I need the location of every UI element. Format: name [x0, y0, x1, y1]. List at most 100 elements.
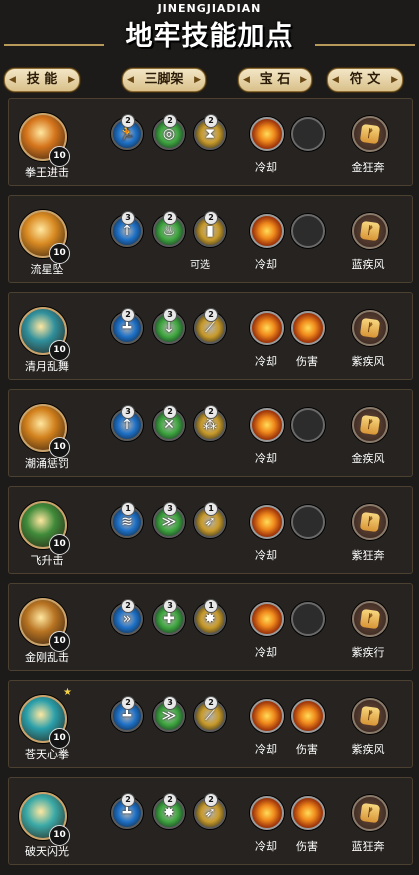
- tripod-2[interactable]: ↓ 3: [153, 308, 185, 344]
- skill-row: 10 飞升击 ≋ 1 ≫ 3 ➶ 1 冷却 ᚠ 紫狂奔: [8, 486, 413, 574]
- gem-label: 冷却: [255, 549, 277, 562]
- tripod-2[interactable]: ✕ 2: [153, 405, 185, 441]
- tripod-1[interactable]: 🏃 2: [111, 114, 143, 150]
- tripod-rank-badge: 2: [121, 114, 135, 128]
- rune-slot[interactable]: ᚠ: [352, 601, 388, 637]
- tab-rune-label: 符 文: [349, 72, 381, 87]
- tripod-1[interactable]: ┻ 2: [111, 308, 143, 344]
- gem-label: 冷却: [255, 840, 277, 853]
- tab-skill-label: 技 能: [26, 72, 58, 87]
- gem-label: 冷却: [255, 355, 277, 368]
- skill-name: 金刚乱击: [25, 651, 69, 664]
- page-title: 地牢技能加点: [125, 21, 294, 52]
- tripod-2[interactable]: ≫ 3: [153, 502, 185, 538]
- gem-slot-fire[interactable]: [250, 311, 284, 345]
- rune-glyph-icon: ᚠ: [359, 123, 381, 145]
- title-divider-left: [4, 44, 104, 46]
- gem-label: 冷却: [255, 452, 277, 465]
- tripod-3[interactable]: ✸ 1: [194, 599, 226, 635]
- tripod-rank-badge: 2: [121, 308, 135, 322]
- tripod-3[interactable]: ⧗ 2: [194, 114, 226, 150]
- tripod-rank-badge: 2: [121, 599, 135, 613]
- gem-slot-fire[interactable]: [250, 796, 284, 830]
- rune-slot[interactable]: ᚠ: [352, 795, 388, 831]
- tripod-1[interactable]: ↑ 3: [111, 211, 143, 247]
- rune-slot[interactable]: ᚠ: [352, 407, 388, 443]
- tripod-2[interactable]: ◎ 2: [153, 114, 185, 150]
- rune-slot[interactable]: ᚠ: [352, 698, 388, 734]
- tripod-rank-badge: 2: [121, 696, 135, 710]
- gem-slot-empty[interactable]: [291, 214, 325, 248]
- gem-slot-empty[interactable]: [291, 408, 325, 442]
- rune-glyph-icon: ᚠ: [359, 317, 381, 339]
- tab-skill[interactable]: ◀ 技 能 ▶: [4, 68, 80, 92]
- tripod-rank-badge: 3: [163, 599, 177, 613]
- tripod-3[interactable]: ➶ 1: [194, 502, 226, 538]
- tripod-1[interactable]: ┻ 2: [111, 696, 143, 732]
- gem-label: 冷却: [255, 646, 277, 659]
- tripod-rank-badge: 3: [121, 405, 135, 419]
- tripod-rank-badge: 3: [163, 696, 177, 710]
- tripod-3[interactable]: ▮ 2: [194, 211, 226, 247]
- tripod-rank-badge: 1: [121, 502, 135, 516]
- rune-slot[interactable]: ᚠ: [352, 213, 388, 249]
- rune-name: 金狂奔: [351, 161, 385, 174]
- skill-name: 流星坠: [30, 263, 64, 276]
- tripod-1[interactable]: ≋ 1: [111, 502, 143, 538]
- tripod-1[interactable]: ↑ 3: [111, 405, 143, 441]
- tab-gem[interactable]: ◀ 宝 石 ▶: [238, 68, 312, 92]
- rune-slot[interactable]: ᚠ: [352, 310, 388, 346]
- skill-name: 拳王进击: [25, 166, 69, 179]
- tripod-rank-badge: 2: [204, 211, 218, 225]
- gem-slot-fire[interactable]: [250, 117, 284, 151]
- gem-slot-fire[interactable]: [291, 796, 325, 830]
- tripod-2[interactable]: ✸ 2: [153, 793, 185, 829]
- skill-row: 10 清月乱舞 ┻ 2 ↓ 3 ⟋ 2 冷却 伤害 ᚠ 紫疾风: [8, 292, 413, 380]
- skill-name: 苍天心拳: [25, 748, 69, 761]
- gem-slot-fire[interactable]: [250, 505, 284, 539]
- gem-slot-fire[interactable]: [250, 408, 284, 442]
- gem-label: 伤害: [296, 840, 318, 853]
- skill-row: 10 流星坠 ↑ 3 ♨ 2 ▮ 2 可选 冷却 ᚠ 蓝疾风: [8, 195, 413, 283]
- rune-glyph-icon: ᚠ: [359, 802, 381, 824]
- skill-row: 10 ★ 苍天心拳 ┻ 2 ≫ 3 ⟋ 2 冷却 伤害 ᚠ 紫疾风: [8, 680, 413, 768]
- title-divider-right: [315, 44, 415, 46]
- tripod-1[interactable]: ┻ 2: [111, 793, 143, 829]
- gem-label: 伤害: [296, 355, 318, 368]
- gem-slot-empty[interactable]: [291, 602, 325, 636]
- tripod-1[interactable]: » 2: [111, 599, 143, 635]
- tripod-3[interactable]: ⁂ 2: [194, 405, 226, 441]
- skill-row: 10 潮涌惩罚 ↑ 3 ✕ 2 ⁂ 2 冷却 ᚠ 金疾风: [8, 389, 413, 477]
- tripod-2[interactable]: ✚ 3: [153, 599, 185, 635]
- tripod-2[interactable]: ≫ 3: [153, 696, 185, 732]
- gem-slot-fire[interactable]: [250, 214, 284, 248]
- gem-slot-fire[interactable]: [250, 699, 284, 733]
- tab-tripod[interactable]: ◀ 三脚架 ▶: [122, 68, 206, 92]
- tripod-3[interactable]: ⟋ 2: [194, 308, 226, 344]
- tripod-note: 可选: [190, 260, 210, 271]
- tripod-rank-badge: 3: [121, 211, 135, 225]
- rune-glyph-icon: ᚠ: [359, 414, 381, 436]
- skill-row: 10 拳王进击 🏃 2 ◎ 2 ⧗ 2 冷却 ᚠ 金狂奔: [8, 98, 413, 186]
- rune-glyph-icon: ᚠ: [359, 705, 381, 727]
- gem-label: 冷却: [255, 258, 277, 271]
- rune-slot[interactable]: ᚠ: [352, 504, 388, 540]
- gem-slot-fire[interactable]: [291, 311, 325, 345]
- rune-slot[interactable]: ᚠ: [352, 116, 388, 152]
- gem-slot-empty[interactable]: [291, 505, 325, 539]
- gem-slot-fire[interactable]: [250, 602, 284, 636]
- tab-rune[interactable]: ◀ 符 文 ▶: [327, 68, 403, 92]
- skill-name: 清月乱舞: [25, 360, 69, 373]
- gem-slot-empty[interactable]: [291, 117, 325, 151]
- tripod-3[interactable]: ➶ 2: [194, 793, 226, 829]
- tripod-rank-badge: 2: [204, 696, 218, 710]
- tripod-2[interactable]: ♨ 2: [153, 211, 185, 247]
- tripod-3[interactable]: ⟋ 2: [194, 696, 226, 732]
- rune-name: 蓝疾风: [351, 258, 385, 271]
- rune-name: 金疾风: [351, 452, 385, 465]
- tripod-rank-badge: 3: [163, 502, 177, 516]
- gem-slot-fire[interactable]: [291, 699, 325, 733]
- skill-row: 10 金刚乱击» 2 ✚ 3 ✸ 1 冷却 ᚠ 紫疾行: [8, 583, 413, 671]
- gem-label: 冷却: [255, 743, 277, 756]
- gem-label: 冷却: [255, 161, 277, 174]
